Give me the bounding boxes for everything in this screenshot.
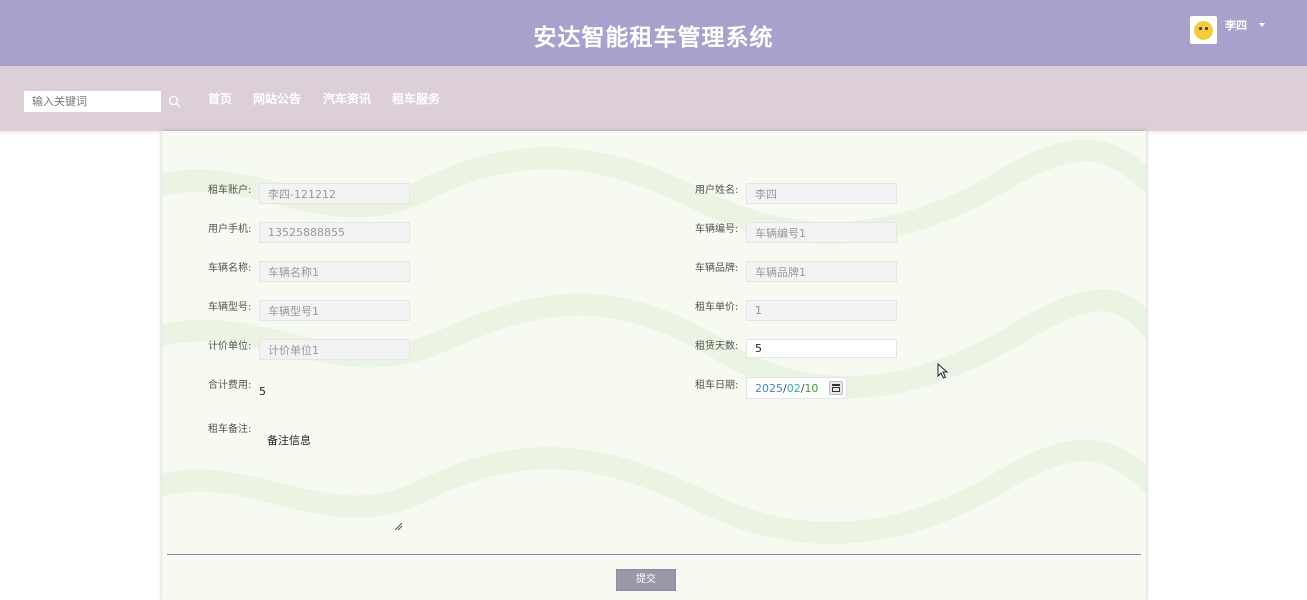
submit-button[interactable]: 提交 [616, 569, 676, 591]
phone-label: 用户手机: [208, 224, 252, 235]
price-field[interactable] [746, 300, 897, 321]
form-divider [167, 554, 1141, 555]
vehicle-name-field[interactable] [259, 261, 410, 282]
total-label: 合计费用: [208, 380, 252, 391]
username-field[interactable] [746, 183, 897, 204]
brand-field[interactable] [746, 261, 897, 282]
days-input[interactable] [746, 339, 897, 358]
total-value: 5 [259, 385, 266, 398]
date-year[interactable]: 2025 [755, 382, 783, 395]
nav-item-rental-service[interactable]: 租车服务 [392, 91, 440, 107]
rental-form-panel: 租车账户: 用户手机: 车辆名称: 车辆型号: 计价单位: 合计费用: 5 租车… [162, 131, 1146, 600]
unit-label: 计价单位: [208, 341, 252, 352]
vehicle-no-field[interactable] [746, 222, 897, 243]
chevron-down-icon[interactable] [1259, 23, 1265, 27]
remark-label: 租车备注: [208, 424, 252, 435]
vehicle-name-label: 车辆名称: [208, 263, 252, 274]
nav-item-announcements[interactable]: 网站公告 [253, 91, 301, 107]
model-field[interactable] [259, 300, 410, 321]
model-label: 车辆型号: [208, 302, 252, 313]
rental-date-input[interactable]: 2025 / 02 / 10 [746, 377, 847, 399]
calendar-icon[interactable] [829, 381, 843, 395]
date-day[interactable]: 10 [804, 382, 818, 395]
price-label: 租车单价: [695, 302, 739, 313]
vehicle-no-label: 车辆编号: [695, 224, 739, 235]
duck-avatar-icon[interactable] [1190, 16, 1217, 44]
nav-bar: 首页 网站公告 汽车资讯 租车服务 [0, 66, 1307, 131]
resize-grip-icon[interactable] [394, 522, 403, 531]
user-menu[interactable]: 李四 [1190, 15, 1265, 45]
account-label: 租车账户: [208, 185, 252, 196]
nav-item-home[interactable]: 首页 [208, 91, 232, 107]
brand-label: 车辆品牌: [695, 263, 739, 274]
remark-textarea[interactable]: 备注信息 [259, 426, 405, 532]
unit-field[interactable] [259, 339, 410, 360]
user-name[interactable]: 李四 [1225, 17, 1247, 33]
search-input[interactable] [24, 91, 161, 112]
nav-item-car-news[interactable]: 汽车资讯 [323, 91, 371, 107]
date-month[interactable]: 02 [787, 382, 801, 395]
top-header: 安达智能租车管理系统 李四 [0, 0, 1307, 66]
username-label: 用户姓名: [695, 185, 739, 196]
search-icon[interactable] [168, 95, 181, 108]
phone-field[interactable] [259, 222, 410, 243]
date-label: 租车日期: [695, 380, 739, 391]
days-label: 租赁天数: [695, 341, 739, 352]
account-field[interactable] [259, 183, 410, 204]
mouse-cursor-icon [937, 363, 949, 379]
app-title: 安达智能租车管理系统 [533, 25, 774, 51]
